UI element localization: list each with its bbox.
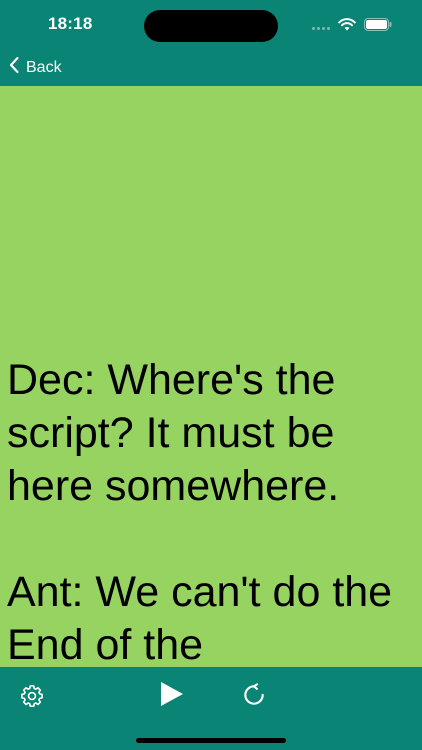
status-icons — [312, 18, 392, 31]
home-indicator[interactable] — [136, 738, 286, 743]
dynamic-island — [144, 10, 278, 42]
play-icon — [157, 682, 185, 712]
chevron-left-icon — [8, 56, 20, 79]
cellular-signal-icon — [312, 20, 330, 30]
script-view[interactable]: Dec: Where's the script? It must be here… — [0, 86, 422, 667]
status-time: 18:18 — [48, 14, 93, 33]
back-button-label: Back — [26, 58, 62, 76]
battery-icon — [364, 18, 392, 31]
wifi-icon — [338, 18, 356, 31]
settings-button[interactable] — [19, 683, 45, 714]
gear-icon — [19, 684, 45, 713]
top-bar: 18:18 Back — [0, 0, 422, 86]
script-text: Dec: Where's the script? It must be here… — [7, 356, 393, 667]
refresh-icon — [241, 683, 267, 712]
back-button[interactable]: Back — [8, 56, 62, 79]
refresh-button[interactable] — [241, 682, 267, 713]
play-button[interactable] — [157, 680, 185, 713]
